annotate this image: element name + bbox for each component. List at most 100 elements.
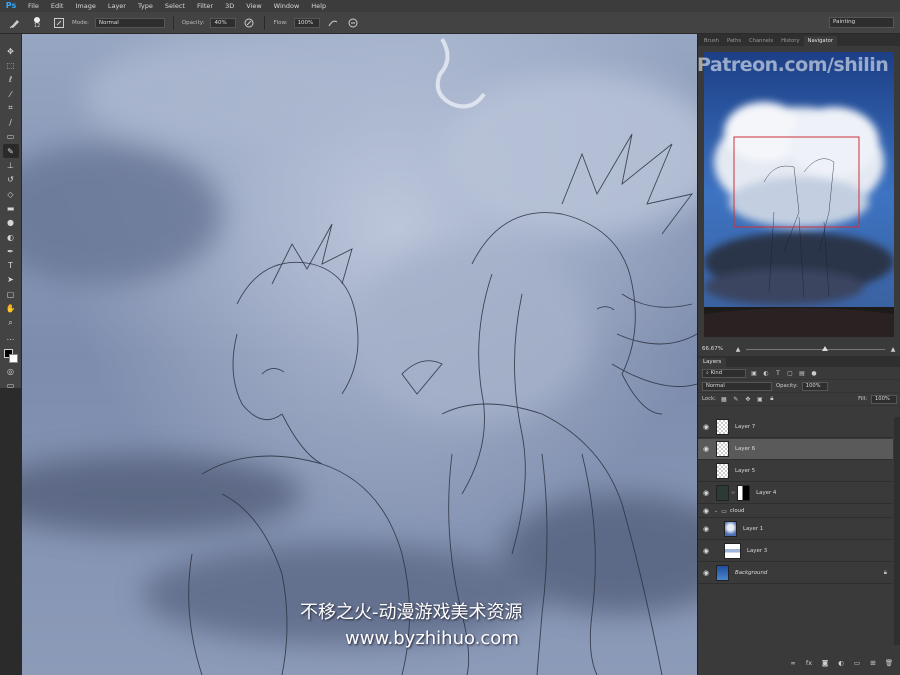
- brush-panel-toggle-icon[interactable]: [52, 16, 66, 30]
- layer-filter-select[interactable]: ⌕ Kind: [702, 368, 746, 378]
- lock-artboard-icon[interactable]: ▣: [756, 395, 764, 403]
- path-select-tool-icon[interactable]: ➤: [3, 273, 19, 287]
- dodge-tool-icon[interactable]: ◐: [3, 230, 19, 244]
- layer-row-layer-3[interactable]: ◉ Layer 3: [698, 541, 893, 562]
- filter-type-icon[interactable]: T: [774, 369, 782, 377]
- layer-row-layer-7[interactable]: ◉ Layer 7: [698, 417, 893, 438]
- navigator-preview[interactable]: [704, 52, 894, 337]
- layer-row-background[interactable]: ◉ Background 🔒︎: [698, 563, 893, 584]
- tab-channels[interactable]: Channels: [745, 36, 777, 46]
- document-canvas[interactable]: [22, 34, 697, 675]
- lock-pixels-icon[interactable]: ✎: [732, 395, 740, 403]
- healing-tool-icon[interactable]: ▭: [3, 130, 19, 144]
- tab-brush[interactable]: Brush: [700, 36, 723, 46]
- lock-transparent-icon[interactable]: ▦: [720, 395, 728, 403]
- shape-tool-icon[interactable]: ▢: [3, 287, 19, 301]
- tab-navigator[interactable]: Navigator: [803, 36, 837, 46]
- layer-filter-value: Kind: [710, 369, 722, 376]
- zoom-in-icon[interactable]: ▲: [889, 345, 897, 353]
- filter-smartobject-icon[interactable]: ▤: [798, 369, 806, 377]
- add-mask-icon[interactable]: ◙: [821, 659, 829, 667]
- visibility-eye-icon[interactable]: ◉: [698, 445, 714, 453]
- pressure-opacity-icon[interactable]: [242, 16, 256, 30]
- eyedropper-tool-icon[interactable]: ∕: [3, 115, 19, 129]
- airbrush-icon[interactable]: [326, 16, 340, 30]
- brush-tool-icon[interactable]: ✎: [2, 144, 19, 159]
- filter-shape-icon[interactable]: ▢: [786, 369, 794, 377]
- menu-view[interactable]: View: [240, 0, 267, 12]
- gradient-tool-icon[interactable]: ▬: [3, 201, 19, 215]
- menu-3d[interactable]: 3D: [219, 0, 240, 12]
- tab-paths[interactable]: Paths: [723, 36, 745, 46]
- menu-select[interactable]: Select: [159, 0, 191, 12]
- marquee-tool-icon[interactable]: ⬚: [3, 58, 19, 72]
- zoom-out-icon[interactable]: ▲: [734, 345, 742, 353]
- layer-style-icon[interactable]: fx: [805, 659, 813, 667]
- layers-scrollbar[interactable]: [894, 417, 900, 645]
- blend-mode-select[interactable]: Normal: [702, 381, 772, 391]
- menu-filter[interactable]: Filter: [191, 0, 219, 12]
- stamp-tool-icon[interactable]: ⊥: [3, 158, 19, 172]
- menu-file[interactable]: File: [22, 0, 45, 12]
- history-brush-tool-icon[interactable]: ↺: [3, 173, 19, 187]
- site-title-watermark: 不移之火-动漫游戏美术资源: [300, 602, 523, 623]
- adjustment-layer-icon[interactable]: ◐: [837, 659, 845, 667]
- layer-row-layer-6[interactable]: ◉ Layer 6: [698, 439, 893, 460]
- more-tools-icon[interactable]: …: [3, 330, 19, 344]
- link-layers-icon[interactable]: ∞: [789, 659, 797, 667]
- layer-opacity-field[interactable]: 100%: [801, 381, 828, 391]
- menu-window[interactable]: Window: [268, 0, 306, 12]
- eraser-tool-icon[interactable]: ◇: [3, 187, 19, 201]
- quick-select-tool-icon[interactable]: ⁄: [3, 87, 19, 101]
- filter-adjustment-icon[interactable]: ◐: [762, 369, 770, 377]
- visibility-eye-icon[interactable]: ◉: [698, 547, 714, 555]
- zoom-tool-icon[interactable]: ⌕: [3, 316, 19, 330]
- lasso-tool-icon[interactable]: ℓ: [3, 73, 19, 87]
- pen-tool-icon[interactable]: ✒: [3, 244, 19, 258]
- brush-preset-icon[interactable]: [8, 16, 22, 30]
- zoom-slider-knob[interactable]: [822, 345, 829, 351]
- layer-group-cloud[interactable]: ◉ ⌄ ▭ cloud: [698, 505, 893, 518]
- menu-help[interactable]: Help: [305, 0, 332, 12]
- opacity-field[interactable]: 40%: [210, 17, 237, 28]
- visibility-eye-icon[interactable]: ◉: [698, 525, 714, 533]
- fill-field[interactable]: 100%: [871, 394, 897, 404]
- new-layer-icon[interactable]: ⊞: [869, 659, 877, 667]
- blur-tool-icon[interactable]: ●: [3, 216, 19, 230]
- type-tool-icon[interactable]: T: [3, 258, 19, 272]
- mode-select[interactable]: Normal: [94, 17, 165, 28]
- hand-tool-icon[interactable]: ✋: [3, 301, 19, 315]
- layer-row-layer-5[interactable]: Layer 5: [698, 461, 893, 482]
- navigator-zoom-slider[interactable]: [746, 345, 885, 351]
- pressure-size-icon[interactable]: [346, 16, 360, 30]
- lock-position-icon[interactable]: ✥: [744, 395, 752, 403]
- crop-tool-icon[interactable]: ⌗: [3, 101, 19, 115]
- layer-mask-thumbnail[interactable]: [737, 485, 751, 501]
- tab-layers[interactable]: Layers: [698, 358, 727, 367]
- visibility-eye-icon[interactable]: ◉: [698, 489, 714, 497]
- menu-edit[interactable]: Edit: [45, 0, 70, 12]
- visibility-eye-icon[interactable]: ◉: [698, 507, 714, 515]
- filter-toggle-icon[interactable]: ●: [810, 369, 818, 377]
- group-chevron-icon[interactable]: ⌄: [714, 508, 718, 514]
- menu-type[interactable]: Type: [132, 0, 159, 12]
- background-color-swatch[interactable]: [8, 354, 18, 364]
- new-group-icon[interactable]: ▭: [853, 659, 861, 667]
- menu-layer[interactable]: Layer: [102, 0, 132, 12]
- delete-layer-icon[interactable]: 🗑︎: [885, 659, 893, 667]
- lock-all-icon[interactable]: 🔒︎: [768, 395, 776, 403]
- layer-row-layer-1[interactable]: ◉ Layer 1: [698, 519, 893, 540]
- move-tool-icon[interactable]: ✥: [3, 44, 19, 58]
- quick-mask-icon[interactable]: ◎: [3, 364, 19, 378]
- visibility-eye-icon[interactable]: ◉: [698, 569, 714, 577]
- flow-field[interactable]: 100%: [293, 17, 320, 28]
- brush-size-picker[interactable]: 12: [28, 16, 46, 30]
- navigator-zoom-value[interactable]: 66.67%: [702, 346, 730, 352]
- visibility-eye-icon[interactable]: ◉: [698, 423, 714, 431]
- color-swatches[interactable]: [3, 348, 19, 364]
- menu-image[interactable]: Image: [69, 0, 101, 12]
- layer-row-layer-4[interactable]: ◉ ∞ Layer 4: [698, 483, 893, 504]
- workspace-select[interactable]: Painting: [829, 17, 894, 28]
- filter-pixel-icon[interactable]: ▣: [750, 369, 758, 377]
- tab-history[interactable]: History: [777, 36, 803, 46]
